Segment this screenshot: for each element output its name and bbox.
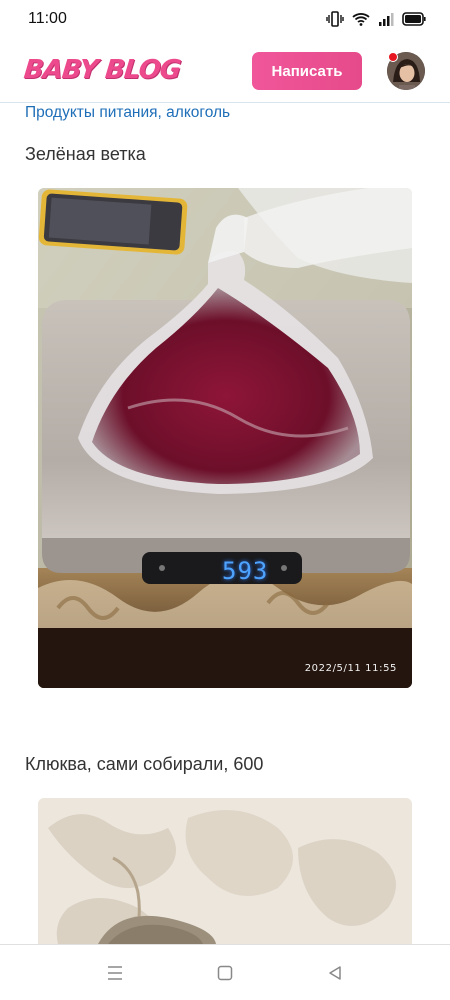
vibrate-icon xyxy=(326,11,344,27)
post-photo[interactable]: 593 2022/5/11 11:55 xyxy=(38,188,412,688)
wifi-icon xyxy=(352,12,370,26)
back-triangle-icon[interactable] xyxy=(315,953,355,993)
signal-icon xyxy=(378,12,394,26)
bottom-navigation xyxy=(0,944,450,1000)
write-button[interactable]: Написать xyxy=(252,52,362,90)
category-link[interactable]: Продукты питания, алкоголь xyxy=(25,104,230,122)
photo-timestamp: 2022/5/11 11:55 xyxy=(304,663,397,674)
status-time: 11:00 xyxy=(28,10,67,27)
post-photo[interactable] xyxy=(38,798,412,944)
scale-reading: 593 xyxy=(222,557,269,585)
notification-dot xyxy=(388,52,398,62)
app-header: BABY BLOG Написать xyxy=(0,38,450,103)
status-icons xyxy=(326,11,426,27)
post-caption: Клюква, сами собирали, 600 xyxy=(25,754,264,774)
home-square-icon[interactable] xyxy=(205,953,245,993)
battery-icon xyxy=(402,12,426,26)
status-bar: 11:00 xyxy=(0,0,450,38)
post-caption: Зелёная ветка xyxy=(25,144,146,164)
logo[interactable]: BABY BLOG xyxy=(22,55,181,85)
menu-icon[interactable] xyxy=(95,953,135,993)
